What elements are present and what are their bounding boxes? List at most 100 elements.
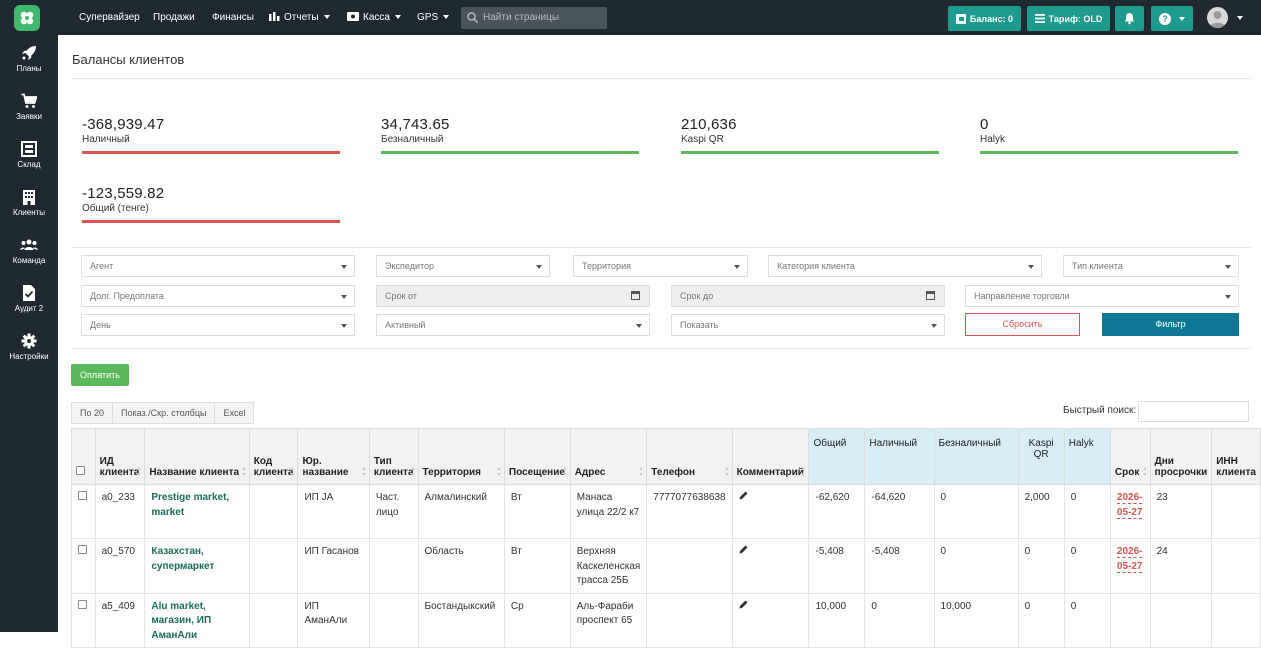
nav-finance[interactable]: Финансы <box>212 0 254 35</box>
sidebar-item-audit[interactable]: Аудит 2 <box>0 285 58 313</box>
select-all-checkbox[interactable] <box>76 466 85 475</box>
due-date-link[interactable]: 2026-05-27 <box>1116 546 1143 573</box>
page-size-button[interactable]: По 20 <box>72 403 113 423</box>
user-menu-chevron-icon[interactable] <box>1237 16 1243 20</box>
col-territory[interactable]: Территория <box>417 428 505 485</box>
nav-gps[interactable]: GPS <box>417 0 450 35</box>
col-address[interactable]: Адрес <box>569 428 648 485</box>
client-name-link[interactable]: Казахстан, супермаркет <box>151 546 214 572</box>
col-kaspi[interactable]: Kaspi QR <box>1017 428 1065 485</box>
nav-reports[interactable]: Отчеты <box>269 0 330 35</box>
table-row: a0_233 Prestige market, market ИП JA Час… <box>71 484 1261 539</box>
page-search-input[interactable]: Найти страницы <box>461 7 607 29</box>
pencil-icon[interactable] <box>739 491 748 500</box>
cell-client-code <box>248 484 299 539</box>
pay-button[interactable]: Оплатить <box>71 364 129 386</box>
sort-icon <box>361 467 366 476</box>
date-from-input[interactable]: Срок от <box>376 285 650 307</box>
expeditor-select[interactable]: Экспедитор <box>376 255 550 277</box>
col-noncash[interactable]: Безналичный <box>933 428 1019 485</box>
show-select-label: Показать <box>680 320 719 330</box>
cell-territory: Область <box>417 538 505 594</box>
sidebar-item-team[interactable]: Команда <box>0 237 58 265</box>
col-client-code[interactable]: Код клиента <box>248 428 299 485</box>
rocket-icon <box>22 46 36 60</box>
client-category-select[interactable]: Категория клиента <box>768 255 1042 277</box>
bell-icon <box>1124 13 1135 25</box>
stat-label: Общий (тенге) <box>82 203 149 214</box>
sort-icon <box>241 467 246 476</box>
quick-search-input[interactable] <box>1138 401 1249 422</box>
warehouse-icon <box>21 141 37 157</box>
sidebar-item-clients[interactable]: Клиенты <box>0 189 58 217</box>
nav-supervisor[interactable]: Супервайзер <box>79 0 140 35</box>
balance-button[interactable]: Баланс: 0 <box>948 6 1021 31</box>
sidebar-item-orders[interactable]: Заявки <box>0 93 58 121</box>
pencil-icon[interactable] <box>739 545 748 554</box>
stat-halyk: 0 Halyk <box>980 116 1238 154</box>
sidebar-item-warehouse[interactable]: Склад <box>0 141 58 169</box>
sidebar-item-plans[interactable]: Планы <box>0 45 58 73</box>
date-from-placeholder: Срок от <box>385 291 417 301</box>
client-balances-table: ИД клиента Название клиента Код клиента … <box>71 428 1261 648</box>
sort-ascending-icon <box>801 467 806 476</box>
debt-prepay-select[interactable]: Долг. Предоплата <box>81 285 355 307</box>
divider <box>72 78 1251 79</box>
active-select[interactable]: Активный <box>376 314 650 336</box>
due-date-link[interactable]: 2026-05-27 <box>1116 492 1143 519</box>
row-select-cell <box>71 538 96 594</box>
header-label: Адрес <box>574 467 606 478</box>
client-name-link[interactable]: Prestige market, market <box>151 492 229 518</box>
header-label: Комментарий <box>736 467 804 478</box>
territory-select[interactable]: Территория <box>573 255 748 277</box>
col-visit[interactable]: Посещение <box>503 428 571 485</box>
calendar-icon <box>631 291 640 300</box>
row-checkbox[interactable] <box>78 491 87 500</box>
date-to-input[interactable]: Срок до <box>671 285 945 307</box>
table-row: a0_570 Казахстан, супермаркет ИП Гасанов… <box>71 538 1261 594</box>
cell-cash: -64,620 <box>864 484 935 539</box>
cell-overdue-days <box>1149 592 1213 648</box>
filter-button[interactable]: Фильтр <box>1102 313 1239 336</box>
stat-bar <box>82 151 340 154</box>
chevron-down-icon <box>734 265 740 269</box>
row-checkbox[interactable] <box>78 545 87 554</box>
col-total[interactable]: Общий <box>808 428 866 485</box>
client-type-select[interactable]: Тип клиента <box>1063 255 1239 277</box>
help-button[interactable]: ? <box>1151 6 1193 31</box>
cell-phone: 7777077638638 <box>646 484 733 539</box>
sort-icon <box>410 467 415 476</box>
header-label: ИД клиента <box>99 456 140 478</box>
col-halyk[interactable]: Halyk <box>1063 428 1111 485</box>
col-client-id[interactable]: ИД клиента <box>94 428 146 485</box>
notifications-button[interactable] <box>1115 6 1144 31</box>
tariff-button[interactable]: Тариф: OLD <box>1027 6 1110 31</box>
col-inn[interactable]: ИНН клиента <box>1211 428 1261 485</box>
cell-client-name: Казахстан, супермаркет <box>144 538 250 594</box>
col-client-type[interactable]: Тип клиента <box>368 428 419 485</box>
sidebar-item-settings[interactable]: Настройки <box>0 333 58 361</box>
day-select[interactable]: День <box>81 314 355 336</box>
col-due-date[interactable]: Срок <box>1109 428 1151 485</box>
col-legal-name[interactable]: Юр. название <box>297 428 370 485</box>
nav-sales[interactable]: Продажи <box>153 0 195 35</box>
agent-select[interactable]: Агент <box>81 255 355 277</box>
col-phone[interactable]: Телефон <box>646 428 733 485</box>
row-checkbox[interactable] <box>78 599 87 609</box>
col-comment[interactable]: Комментарий <box>731 428 810 485</box>
client-name-link[interactable]: Alu market, магазин, ИП АманАли <box>151 601 211 641</box>
app-logo[interactable] <box>14 5 40 31</box>
trade-direction-select[interactable]: Направление торговли <box>965 285 1239 307</box>
show-select[interactable]: Показать <box>671 314 945 336</box>
col-cash[interactable]: Наличный <box>864 428 935 485</box>
stat-value: 210,636 <box>681 116 737 133</box>
nav-cashbox[interactable]: Касса <box>347 0 401 35</box>
help-icon: ? <box>1159 12 1171 25</box>
col-overdue-days[interactable]: Дни просрочки <box>1149 428 1213 485</box>
reset-button[interactable]: Сбросить <box>965 313 1080 336</box>
excel-export-button[interactable]: Excel <box>215 403 253 423</box>
column-visibility-button[interactable]: Показ./Скр. столбцы <box>113 403 216 423</box>
col-client-name[interactable]: Название клиента <box>144 428 250 485</box>
user-avatar[interactable] <box>1207 7 1228 28</box>
pencil-icon[interactable] <box>739 600 748 609</box>
